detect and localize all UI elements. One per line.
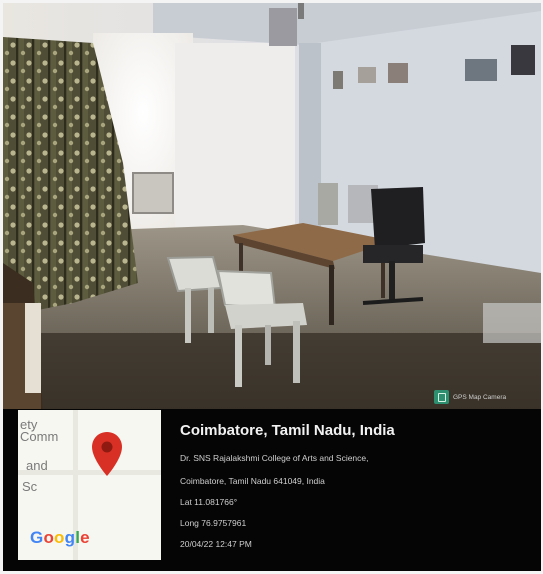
map-label: and — [26, 458, 48, 473]
timestamp-text: 20/04/22 12:47 PM — [180, 539, 252, 549]
location-pin-icon — [92, 432, 122, 476]
latitude-text: Lat 11.081766° — [180, 497, 238, 507]
location-title: Coimbatore, Tamil Nadu, India — [180, 422, 395, 439]
google-logo: Google — [30, 528, 90, 547]
app-badge-label: GPS Map Camera — [453, 393, 507, 401]
address-line-1: Dr. SNS Rajalakshmi College of Arts and … — [180, 453, 369, 463]
map-label: Sc — [22, 479, 38, 494]
app-badge: GPS Map Camera — [434, 389, 506, 405]
map-camera-icon — [434, 390, 449, 404]
map-label: Comm — [20, 429, 59, 444]
longitude-text: Long 76.9757961 — [180, 518, 247, 528]
address-line-2: Coimbatore, Tamil Nadu 641049, India — [180, 476, 325, 486]
map-thumbnail: ety Comm and Sc Google — [18, 410, 161, 560]
room-photo — [3, 3, 541, 409]
